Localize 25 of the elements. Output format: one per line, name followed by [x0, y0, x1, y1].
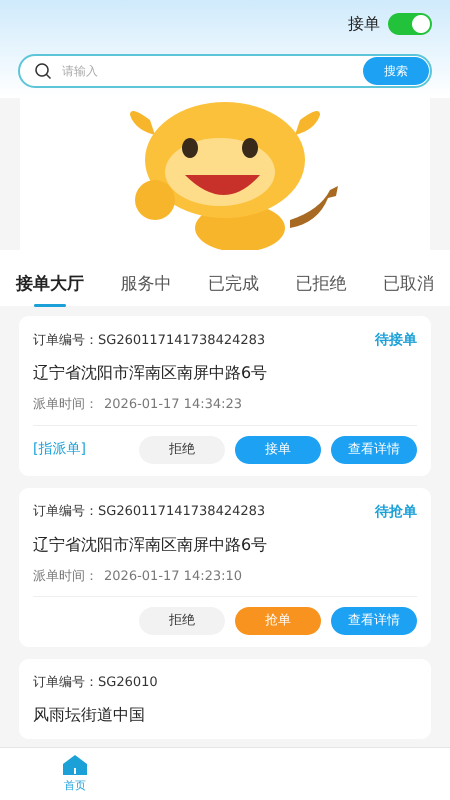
home-icon [62, 754, 88, 776]
search-icon [34, 62, 52, 80]
tab[interactable]: 已完成 [208, 272, 259, 298]
order-number: 订单编号：SG26010 [33, 674, 158, 692]
tab[interactable]: 服务中 [120, 272, 172, 298]
tab[interactable]: 接单大厅 [16, 272, 84, 298]
tab-indicator [34, 304, 66, 307]
time-label: 派单时间： [33, 568, 98, 586]
toggle-label: 接单 [348, 13, 380, 35]
toggle-switch[interactable] [388, 13, 432, 35]
tab[interactable]: 已取消 [383, 272, 434, 298]
reject-button[interactable]: 拒绝 [139, 436, 225, 464]
order-address: 风雨坛街道中国 [33, 704, 146, 726]
order-status: 待接单 [375, 331, 417, 350]
order-number: 订单编号：SG260117141738424283 [33, 503, 266, 522]
tab[interactable]: 已拒绝 [296, 272, 346, 298]
time-label: 派单时间： [33, 396, 98, 414]
order-status: 待抢单 [375, 502, 417, 522]
dispatch-time: 2026-01-17 14:23:10 [104, 568, 242, 586]
reject-button[interactable]: 拒绝 [139, 607, 225, 635]
order-address: 辽宁省沈阳市浑南区南屏中路6号 [33, 534, 268, 556]
dispatch-time: 2026-01-17 14:34:23 [104, 396, 242, 414]
order-address: 辽宁省沈阳市浑南区南屏中路6号 [33, 362, 268, 384]
order-number: 订单编号：SG260117141738424283 [33, 332, 266, 350]
order-tag: [指派单] [33, 439, 129, 460]
